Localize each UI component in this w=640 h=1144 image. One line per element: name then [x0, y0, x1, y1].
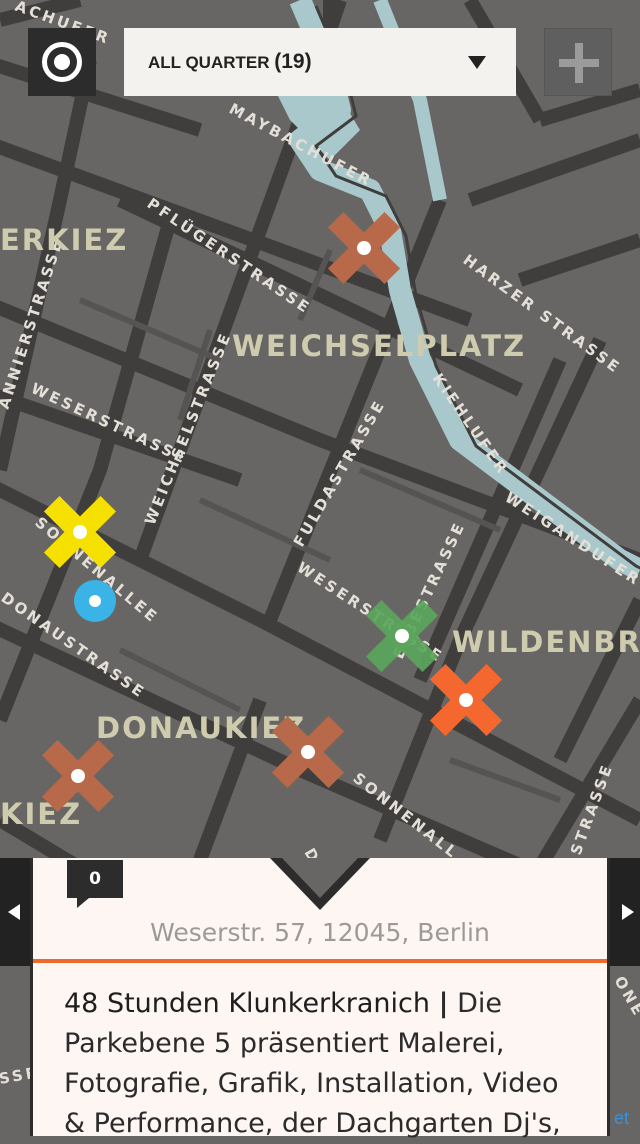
- neighborhood-label-erkiez: ERKIEZ: [0, 223, 128, 257]
- previous-location-button[interactable]: [0, 858, 30, 966]
- comment-count-badge[interactable]: 0: [67, 860, 123, 898]
- map-attribution-link[interactable]: et: [614, 1108, 629, 1129]
- title-separator: |: [438, 988, 449, 1019]
- arrow-right-icon: [622, 904, 634, 920]
- neighborhood-label-kiez: KIEZ: [0, 797, 82, 831]
- quarter-filter-label: ALL QUARTER (19): [148, 50, 312, 73]
- card-pointer: [270, 858, 370, 910]
- add-location-button[interactable]: [544, 28, 612, 96]
- location-description: 48 Stunden Klunkerkranich | Die Parkeben…: [64, 984, 584, 1144]
- arrow-left-icon: [8, 904, 20, 920]
- user-location-marker: [74, 580, 116, 622]
- neighborhood-label-weichselplatz: WEICHSELPLATZ: [232, 329, 526, 363]
- quarter-filter-count: (19): [274, 50, 312, 73]
- comment-badge-tail: [77, 898, 89, 908]
- location-address: Weserstr. 57, 12045, Berlin: [150, 918, 490, 947]
- card-divider: [33, 959, 607, 963]
- quarter-filter-dropdown[interactable]: ALL QUARTER (19): [124, 28, 516, 96]
- neighborhood-label-donaukiez: DONAUKIEZ: [96, 711, 306, 745]
- caret-down-icon: [468, 56, 486, 69]
- next-location-button[interactable]: [610, 858, 640, 966]
- location-title: 48 Stunden Klunkerkranich: [64, 988, 431, 1019]
- locate-button[interactable]: [28, 28, 96, 96]
- neighborhood-label-wildenbruch: WILDENBRU: [452, 625, 640, 659]
